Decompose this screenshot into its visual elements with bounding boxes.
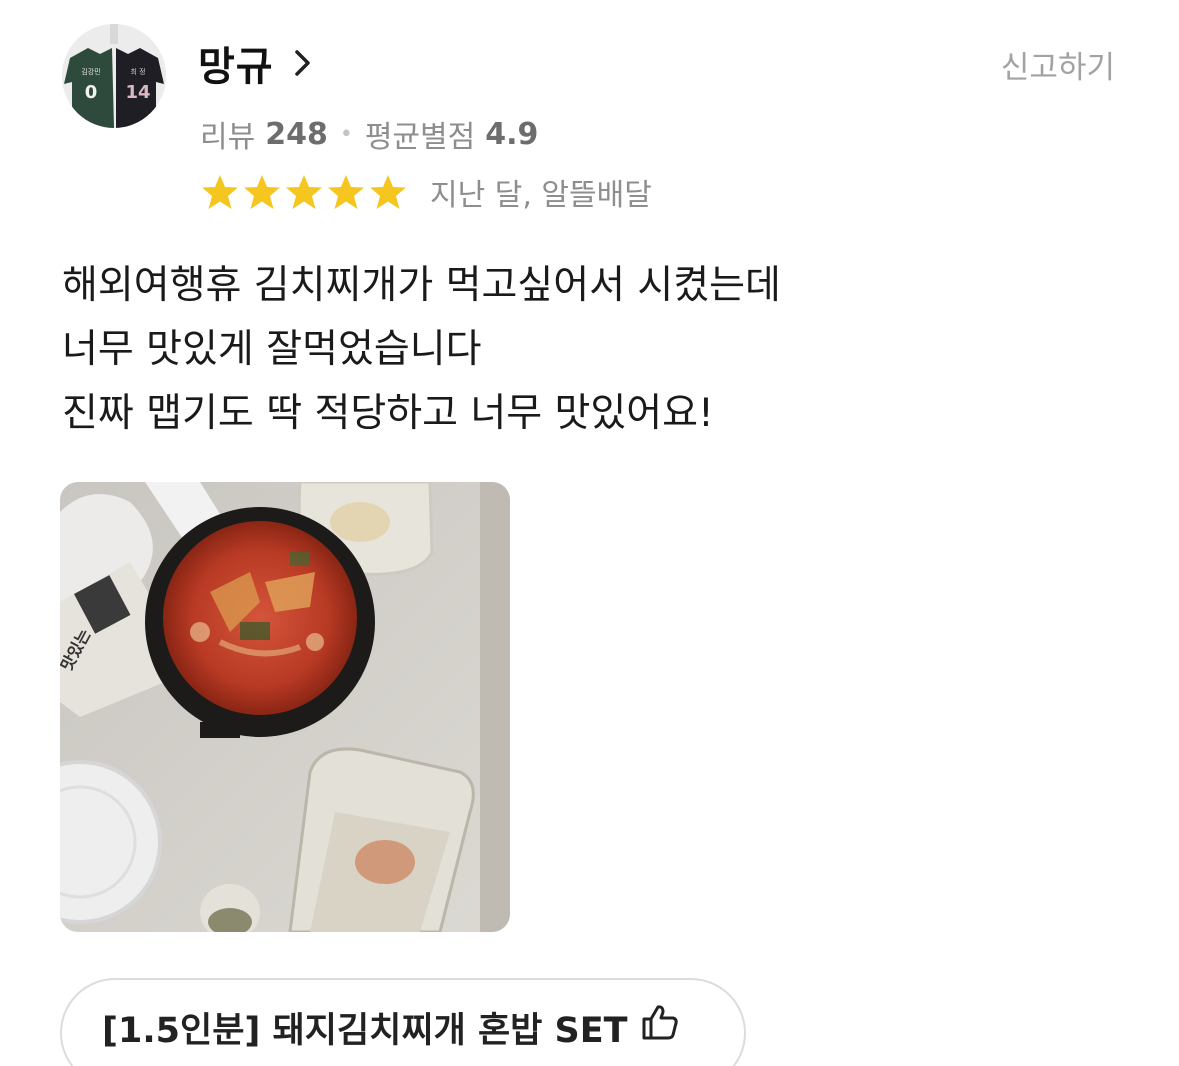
food-photo-image: 맛있는 xyxy=(60,482,510,932)
review-body: 해외여행휴 김치찌개가 먹고싶어서 시켰는데 너무 맛있게 잘먹었습니다 진짜 … xyxy=(62,254,781,446)
review-line: 너무 맛있게 잘먹었습니다 xyxy=(62,327,482,372)
review-photo[interactable]: 맛있는 xyxy=(60,482,510,932)
chevron-right-icon xyxy=(294,50,310,76)
thumbs-up-icon xyxy=(642,1005,678,1040)
jersey-right-number: 14 xyxy=(125,82,150,103)
menu-tag-chip[interactable]: [1.5인분] 돼지김치찌개 혼밥 SET xyxy=(60,978,746,1066)
reviewer-name: 망규 xyxy=(198,44,274,90)
star-rating xyxy=(200,172,410,212)
jersey-left-name: 김강민 xyxy=(81,67,100,76)
menu-tag-label: [1.5인분] 돼지김치찌개 혼밥 SET xyxy=(102,1011,628,1051)
review-line: 해외여행휴 김치찌개가 먹고싶어서 시켰는데 xyxy=(62,263,781,308)
review-line: 진짜 맵기도 딱 적당하고 너무 맛있어요! xyxy=(62,391,714,436)
jersey-left-number: 0 xyxy=(85,82,98,103)
star-icon xyxy=(202,175,238,209)
reviewer-profile-link[interactable]: 망규 xyxy=(198,34,314,92)
review-count-label: 리뷰 xyxy=(200,120,256,155)
stats-separator: • xyxy=(339,121,353,147)
report-button[interactable]: 신고하기 xyxy=(1001,42,1115,87)
star-icon xyxy=(286,175,322,209)
reviewer-avatar[interactable]: 김강민 0 최 정 14 xyxy=(62,24,166,128)
star-icon xyxy=(370,175,406,209)
reviewer-stats: 리뷰 248 • 평균별점 4.9 xyxy=(200,112,538,156)
star-icon xyxy=(328,175,364,209)
rating-row: 지난 달, 알뜰배달 xyxy=(200,170,652,214)
review-count: 248 xyxy=(265,116,328,152)
jersey-right-name: 최 정 xyxy=(130,67,145,76)
review-meta: 지난 달, 알뜰배달 xyxy=(430,178,652,213)
avatar-image: 김강민 0 최 정 14 xyxy=(62,24,166,128)
average-rating: 4.9 xyxy=(485,116,539,152)
average-rating-label: 평균별점 xyxy=(364,120,476,155)
star-icon xyxy=(244,175,280,209)
